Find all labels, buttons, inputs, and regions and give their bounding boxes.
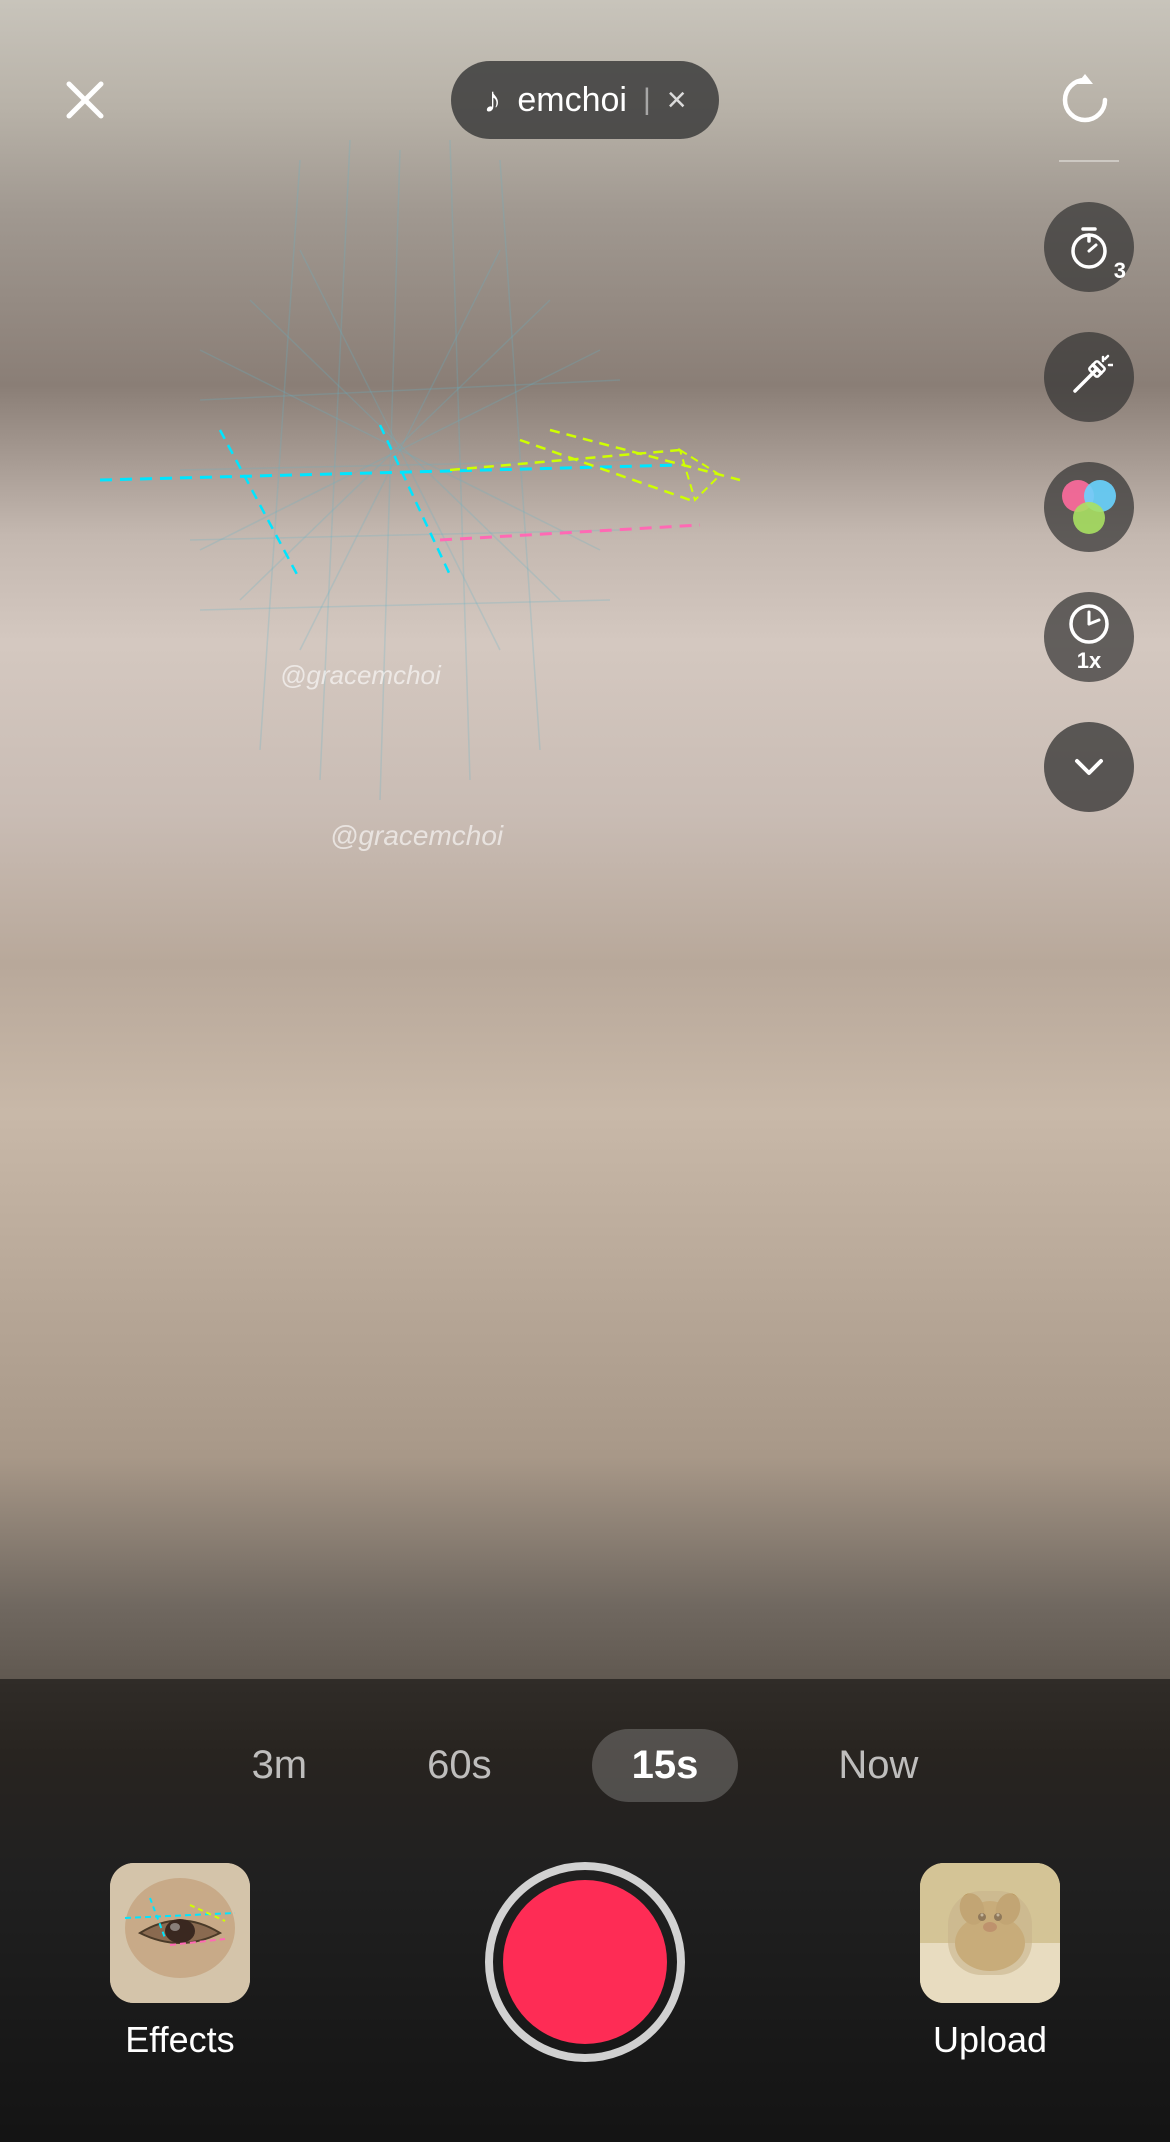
header: ♪ emchoi | × — [0, 0, 1170, 160]
music-selector[interactable]: ♪ emchoi | × — [451, 61, 718, 139]
timer-button[interactable]: 3 — [1044, 202, 1134, 292]
effects-button[interactable]: Effects — [80, 1863, 280, 2061]
right-toolbar: 3 1x — [1044, 160, 1134, 812]
speed-label: 1x — [1077, 648, 1101, 674]
upload-thumb-image — [920, 1863, 1060, 2003]
record-button-inner[interactable] — [503, 1880, 667, 2044]
record-button[interactable] — [485, 1862, 685, 2062]
refresh-button[interactable] — [1050, 65, 1120, 135]
duration-now[interactable]: Now — [818, 1733, 938, 1798]
watermark-text: @gracemchoi — [280, 660, 441, 691]
effects-label: Effects — [125, 2019, 234, 2061]
face-mesh-overlay — [0, 100, 800, 1000]
music-note-icon: ♪ — [483, 79, 501, 121]
duration-selector: 3m 60s 15s Now — [0, 1679, 1170, 1842]
upload-label: Upload — [933, 2019, 1047, 2061]
toolbar-divider-top — [1059, 160, 1119, 162]
speed-button[interactable]: 1x — [1044, 592, 1134, 682]
duration-60s[interactable]: 60s — [407, 1733, 512, 1798]
effects-thumb-image — [110, 1863, 250, 2003]
effects-wand-button[interactable] — [1044, 332, 1134, 422]
color-filter-button[interactable] — [1044, 462, 1134, 552]
record-button-container — [485, 1862, 685, 2062]
music-clear-button[interactable]: × — [667, 81, 687, 120]
music-title: emchoi — [517, 81, 627, 120]
duration-3m[interactable]: 3m — [232, 1733, 328, 1798]
close-button[interactable] — [50, 65, 120, 135]
three-circles-icon — [1062, 480, 1116, 534]
duration-15s[interactable]: 15s — [592, 1729, 739, 1802]
upload-thumbnail — [920, 1863, 1060, 2003]
upload-button[interactable]: Upload — [890, 1863, 1090, 2061]
bottom-controls: 3m 60s 15s Now — [0, 1679, 1170, 2142]
ar-measurement-lines — [100, 420, 750, 620]
toolbar-expand-button[interactable] — [1044, 722, 1134, 812]
music-divider: | — [643, 83, 651, 117]
effects-thumbnail — [110, 1863, 250, 2003]
record-row: Effects — [0, 1842, 1170, 2082]
timer-badge: 3 — [1114, 258, 1126, 284]
